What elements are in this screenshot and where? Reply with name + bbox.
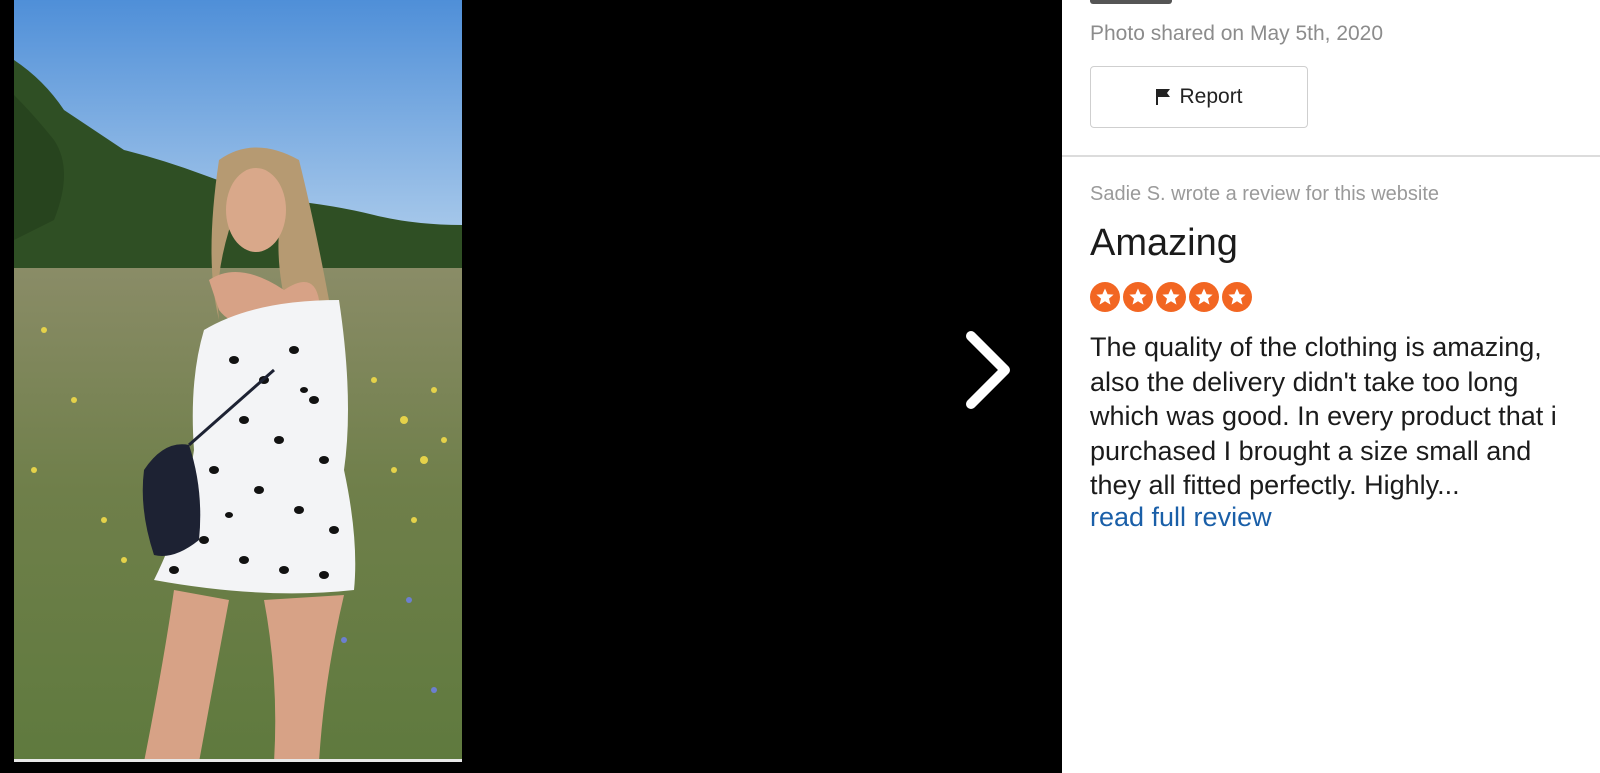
photo-image [14,0,462,759]
review-sidebar: Photo shared on May 5th, 2020 Report Sad… [1062,0,1600,773]
review-photo [14,0,462,762]
report-button[interactable]: Report [1090,66,1308,128]
star-rating [1090,282,1252,312]
star-icon [1123,282,1153,312]
star-icon [1156,282,1186,312]
photo-viewer [0,0,1062,773]
chevron-right-icon [966,331,1010,409]
read-full-review-link[interactable]: read full review [1090,502,1272,533]
review-byline: Sadie S. wrote a review for this website [1090,183,1440,205]
divider [1062,155,1600,157]
review-title: Amazing [1090,222,1238,264]
photo-shared-date: Photo shared on May 5th, 2020 [1090,22,1384,45]
star-icon [1090,282,1120,312]
flag-icon [1155,88,1171,106]
star-icon [1222,282,1252,312]
review-text: The quality of the clothing is amazing, … [1090,332,1557,500]
thumbnail-strip[interactable] [1090,0,1172,4]
next-photo-button[interactable] [965,330,1021,410]
report-label: Report [1179,85,1243,108]
star-icon [1189,282,1219,312]
